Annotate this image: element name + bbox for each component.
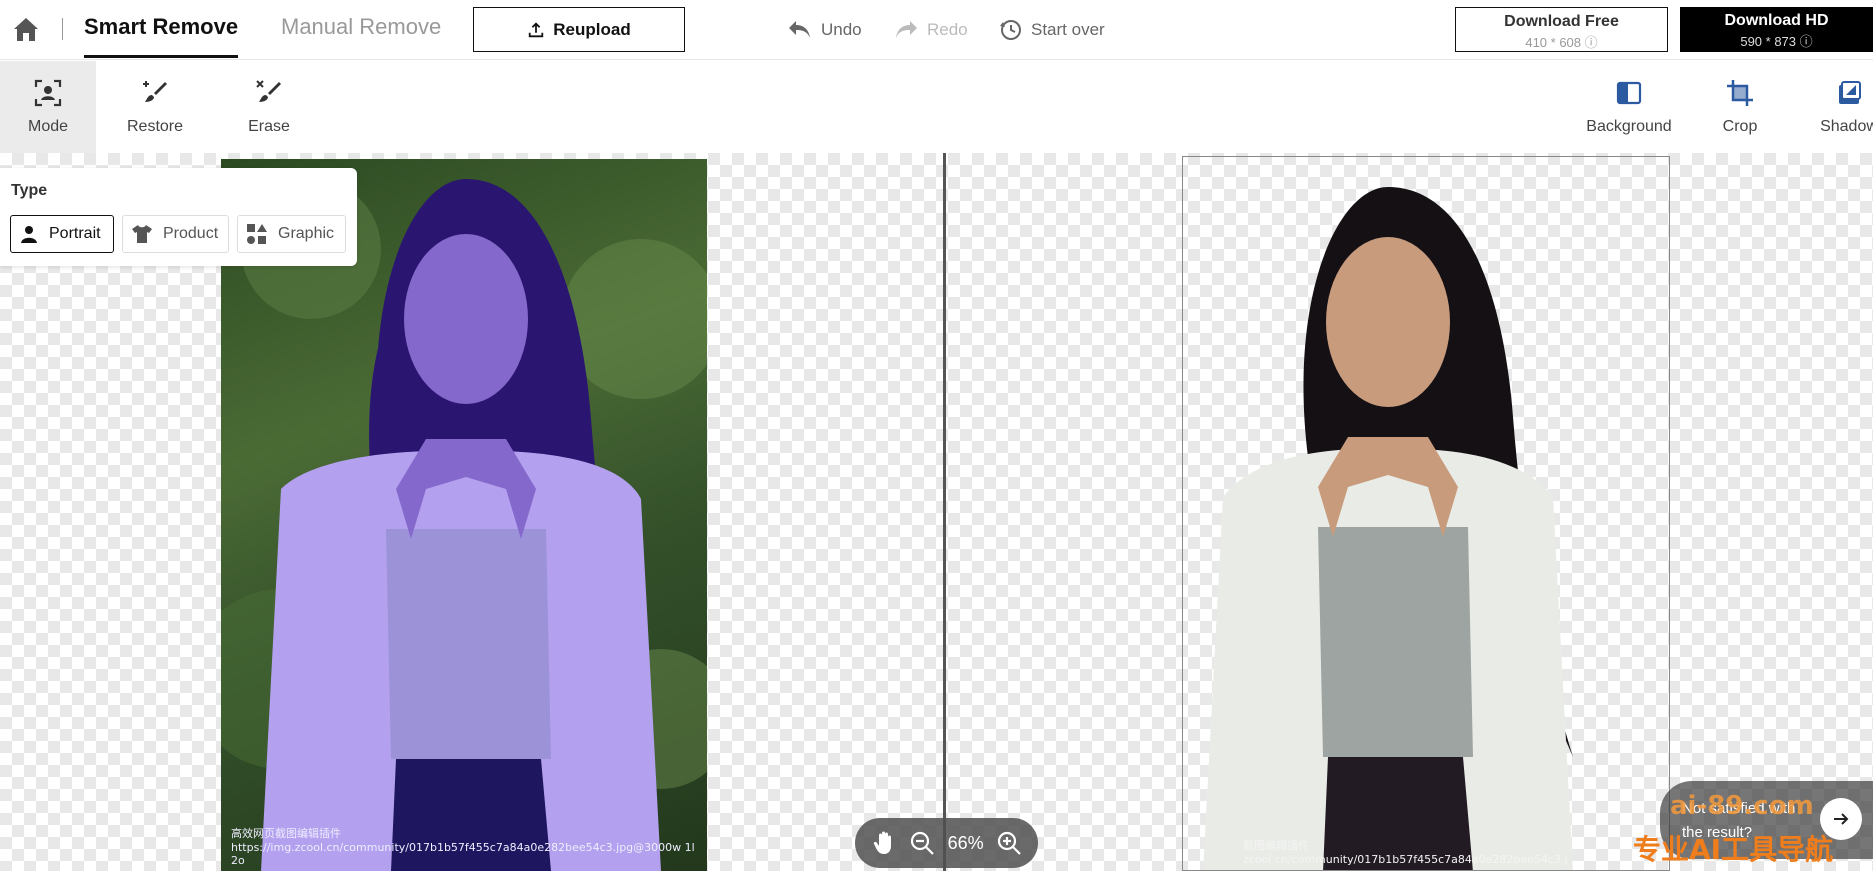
download-free-size: 410 * 608	[1525, 35, 1582, 50]
type-label: Type	[11, 182, 48, 199]
erase-brush-icon	[256, 80, 281, 102]
type-product-button[interactable]: Product	[122, 215, 229, 253]
upload-icon	[529, 21, 544, 37]
portrait-icon	[21, 226, 37, 243]
zoom-in-icon[interactable]	[996, 830, 1022, 856]
hand-pan-icon[interactable]	[871, 830, 897, 856]
tool-label: Crop	[1722, 118, 1758, 135]
download-free-button[interactable]: Download Free 410 * 608 ⓘ	[1455, 7, 1668, 52]
tool-background[interactable]: Background	[1581, 61, 1677, 153]
download-free-size-row: 410 * 608 ⓘ	[1456, 32, 1667, 51]
tool-label: Shadow	[1820, 118, 1873, 135]
download-free-label: Download Free	[1504, 13, 1619, 30]
home-icon[interactable]	[10, 14, 42, 44]
history-icon	[1000, 20, 1021, 40]
redo-icon	[896, 21, 917, 38]
shirt-icon	[132, 225, 152, 243]
tool-label: Erase	[248, 118, 290, 135]
download-hd-size-row: 590 * 873 ⓘ	[1680, 31, 1873, 50]
type-option-label: Product	[163, 225, 219, 242]
type-portrait-button[interactable]: Portrait	[10, 215, 114, 253]
watermark-text: 截图编辑插件 zcool.cn/community/017b1b57f455c7…	[1243, 839, 1568, 866]
start-over-button[interactable]: Start over	[999, 16, 1105, 44]
result-image: 截图编辑插件 zcool.cn/community/017b1b57f455c7…	[1182, 156, 1670, 871]
tool-label: Mode	[27, 118, 69, 135]
compare-divider[interactable]	[943, 153, 946, 871]
zoom-level: 66%	[947, 832, 984, 853]
crop-icon	[1727, 80, 1753, 106]
download-hd-button[interactable]: Download HD 590 * 873 ⓘ	[1680, 7, 1873, 52]
download-hd-label: Download HD	[1724, 12, 1829, 29]
restore-brush-icon	[143, 81, 167, 102]
mode-icon	[34, 79, 62, 107]
tool-mode[interactable]: Mode	[0, 61, 96, 153]
tool-shadow[interactable]: Shadow	[1801, 61, 1873, 153]
type-panel: Type Portrait Product Graphic	[0, 168, 357, 266]
brand-watermark-url: ai-89.com	[1670, 791, 1814, 821]
tool-crop[interactable]: Crop	[1692, 61, 1788, 153]
tool-label: Restore	[126, 118, 184, 135]
reupload-button[interactable]: Reupload	[473, 7, 685, 52]
tool-erase[interactable]: Erase	[221, 61, 317, 153]
undo-label: Undo	[821, 20, 862, 39]
reupload-label: Reupload	[553, 19, 631, 39]
tab-smart-remove[interactable]: Smart Remove	[84, 0, 239, 58]
download-hd-size: 590 * 873	[1740, 34, 1797, 49]
tool-bar: Mode Restore Erase Background Crop Shado…	[0, 61, 1873, 153]
redo-label: Redo	[927, 20, 968, 39]
shapes-icon	[247, 224, 267, 244]
watermark-text: 高效网页截图编辑插件 https://img.zcool.cn/communit…	[231, 827, 695, 867]
tab-manual-remove[interactable]: Manual Remove	[281, 0, 441, 58]
tool-restore[interactable]: Restore	[107, 61, 203, 153]
start-over-label: Start over	[1031, 20, 1105, 39]
undo-button[interactable]: Undo	[787, 16, 862, 44]
type-option-label: Portrait	[49, 225, 101, 242]
type-option-label: Graphic	[278, 225, 335, 242]
type-graphic-button[interactable]: Graphic	[237, 215, 346, 253]
shadow-icon	[1839, 81, 1861, 104]
info-icon[interactable]: ⓘ	[1585, 35, 1598, 50]
redo-button[interactable]: Redo	[893, 16, 968, 44]
zoom-control: 66%	[855, 818, 1038, 868]
background-icon	[1616, 81, 1642, 105]
zoom-out-icon[interactable]	[909, 830, 935, 856]
divider	[62, 18, 63, 40]
top-bar: Smart Remove Manual Remove Reupload Undo…	[0, 0, 1873, 60]
brand-watermark-text: 专业AI工具导航	[1633, 833, 1834, 866]
undo-icon	[789, 21, 810, 38]
info-icon[interactable]: ⓘ	[1800, 34, 1813, 49]
portrait-cutout	[1203, 187, 1573, 870]
tool-label: Background	[1586, 118, 1672, 135]
